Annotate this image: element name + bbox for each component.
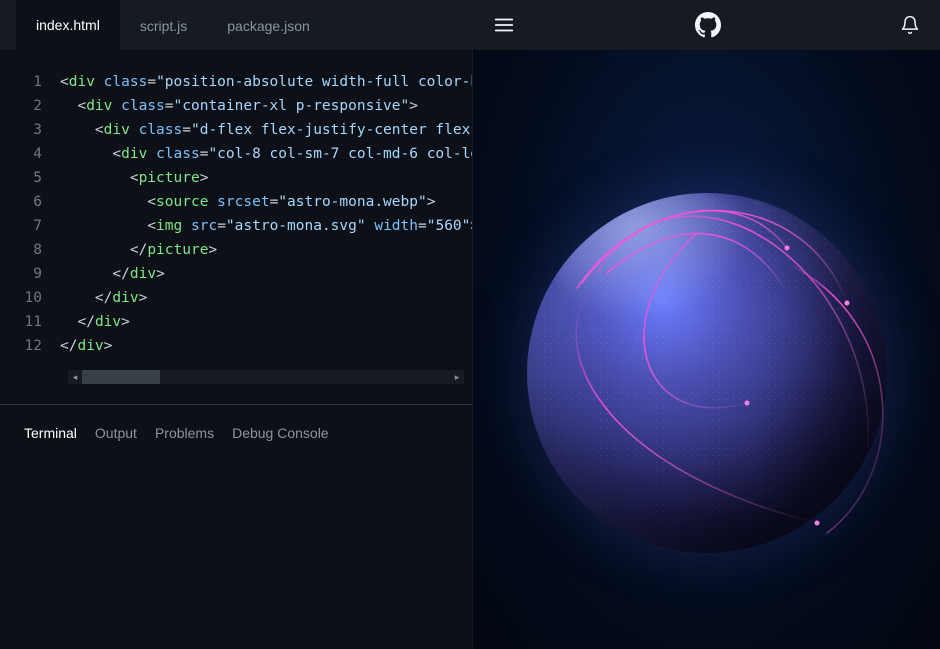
tab-index-html[interactable]: index.html xyxy=(16,0,120,50)
panel-tab-terminal[interactable]: Terminal xyxy=(24,425,77,441)
line-number: 3 xyxy=(0,118,60,142)
tab-package-json[interactable]: package.json xyxy=(207,0,330,50)
line-number: 2 xyxy=(0,94,60,118)
code-content: <div class="container-xl p-responsive"> xyxy=(60,94,472,118)
code-line[interactable]: 1<div class="position-absolute width-ful… xyxy=(0,70,472,94)
preview-body xyxy=(473,50,940,649)
scrollbar-track[interactable] xyxy=(82,370,450,384)
notifications-icon[interactable] xyxy=(900,15,920,35)
file-tab-bar: index.html script.js package.json xyxy=(0,0,472,50)
code-content: </div> xyxy=(60,310,472,334)
line-number: 5 xyxy=(0,166,60,190)
code-content: <div class="col-8 col-sm-7 col-md-6 col-… xyxy=(60,142,472,166)
panel-tab-bar: Terminal Output Problems Debug Console xyxy=(0,405,472,461)
code-content: <source srcset="astro-mona.webp"> xyxy=(60,190,472,214)
tab-label: package.json xyxy=(227,18,310,34)
line-number: 11 xyxy=(0,310,60,334)
panel-tab-label: Terminal xyxy=(24,425,77,441)
preview-pane xyxy=(473,0,940,649)
scroll-right-arrow-icon[interactable]: ▸ xyxy=(450,370,464,384)
scroll-left-arrow-icon[interactable]: ◂ xyxy=(68,370,82,384)
preview-header xyxy=(473,0,940,50)
line-number: 7 xyxy=(0,214,60,238)
menu-icon[interactable] xyxy=(493,14,515,36)
code-line[interactable]: 11 </div> xyxy=(0,310,472,334)
panel-tab-label: Problems xyxy=(155,425,214,441)
code-content: </picture> xyxy=(60,238,472,262)
panel-tab-output[interactable]: Output xyxy=(95,425,137,441)
panel-tab-label: Debug Console xyxy=(232,425,329,441)
panel-tab-debug-console[interactable]: Debug Console xyxy=(232,425,329,441)
code-content: <picture> xyxy=(60,166,472,190)
panel-tab-label: Output xyxy=(95,425,137,441)
code-line[interactable]: 2 <div class="container-xl p-responsive"… xyxy=(0,94,472,118)
globe-sphere xyxy=(527,193,887,553)
tab-script-js[interactable]: script.js xyxy=(120,0,207,50)
tab-label: index.html xyxy=(36,17,100,33)
code-line[interactable]: 10 </div> xyxy=(0,286,472,310)
line-number: 9 xyxy=(0,262,60,286)
bottom-panel: Terminal Output Problems Debug Console xyxy=(0,404,472,649)
code-content: </div> xyxy=(60,262,472,286)
code-content: <div class="d-flex flex-justify-center f… xyxy=(60,118,472,142)
tab-label: script.js xyxy=(140,18,187,34)
code-line[interactable]: 4 <div class="col-8 col-sm-7 col-md-6 co… xyxy=(0,142,472,166)
panel-tab-problems[interactable]: Problems xyxy=(155,425,214,441)
code-line[interactable]: 8 </picture> xyxy=(0,238,472,262)
horizontal-scrollbar[interactable]: ◂ ▸ xyxy=(68,370,464,384)
code-content: </div> xyxy=(60,286,472,310)
github-logo-icon[interactable] xyxy=(695,12,721,38)
code-editor[interactable]: 1<div class="position-absolute width-ful… xyxy=(0,50,472,366)
code-line[interactable]: 9 </div> xyxy=(0,262,472,286)
line-number: 6 xyxy=(0,190,60,214)
code-line[interactable]: 6 <source srcset="astro-mona.webp"> xyxy=(0,190,472,214)
line-number: 1 xyxy=(0,70,60,94)
line-number: 10 xyxy=(0,286,60,310)
code-line[interactable]: 3 <div class="d-flex flex-justify-center… xyxy=(0,118,472,142)
line-number: 12 xyxy=(0,334,60,358)
line-number: 8 xyxy=(0,238,60,262)
code-content: </div> xyxy=(60,334,472,358)
line-number: 4 xyxy=(0,142,60,166)
code-content: <img src="astro-mona.svg" width="560"> xyxy=(60,214,472,238)
globe-illustration xyxy=(527,193,887,553)
code-content: <div class="position-absolute width-full… xyxy=(60,70,472,94)
code-line[interactable]: 12</div> xyxy=(0,334,472,358)
scrollbar-thumb[interactable] xyxy=(82,370,160,384)
editor-pane: index.html script.js package.json 1<div … xyxy=(0,0,473,649)
code-line[interactable]: 5 <picture> xyxy=(0,166,472,190)
code-line[interactable]: 7 <img src="astro-mona.svg" width="560"> xyxy=(0,214,472,238)
